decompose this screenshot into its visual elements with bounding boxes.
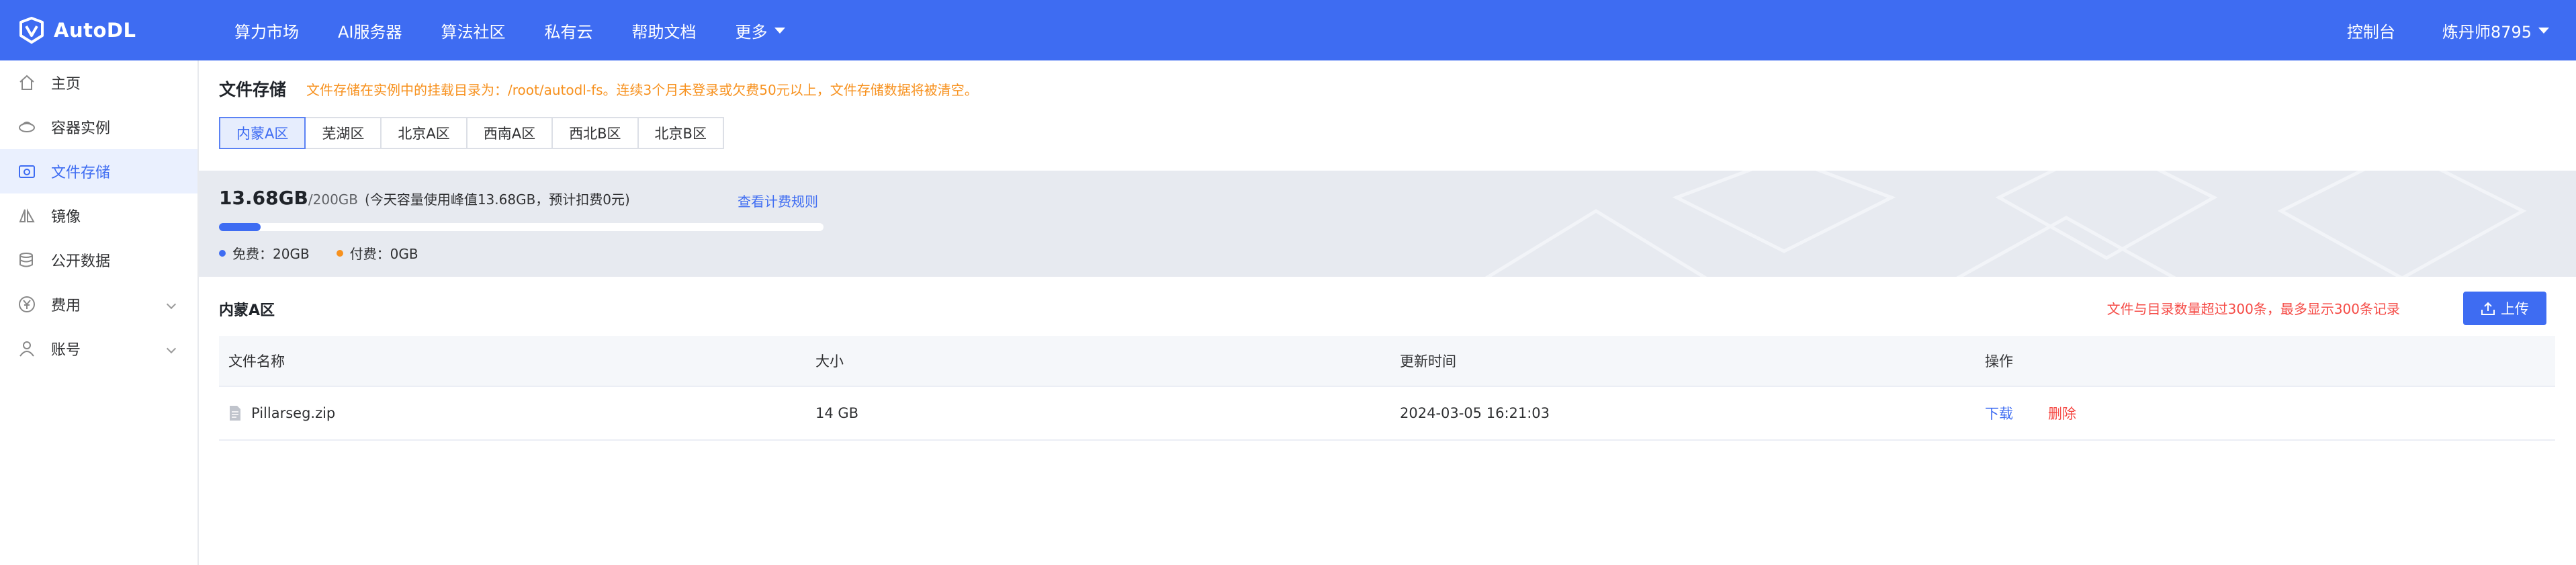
file-name[interactable]: Pillarseg.zip [251,405,335,421]
user-menu[interactable]: 炼丹师8795 [2442,19,2549,42]
page-title: 文件存储 [219,80,287,99]
sidebar-item-label: 文件存储 [51,165,111,181]
chevron-down-icon [774,27,785,34]
usage-note: (今天容量使用峰值13.68GB，预计扣费0元) [365,191,630,208]
upload-icon [2481,302,2495,315]
username: 炼丹师8795 [2442,22,2532,42]
tab-region-xibei-b[interactable]: 西北B区 [551,117,639,149]
main-nav: 算力市场 AI服务器 算法社区 私有云 帮助文档 更多 [234,19,824,42]
tab-region-neimeng-a[interactable]: 内蒙A区 [219,117,306,149]
upload-button[interactable]: 上传 [2463,292,2546,325]
nav-algorithm-community[interactable]: 算法社区 [441,19,506,42]
sidebar-item-label: 公开数据 [51,253,111,270]
blue-dot-icon [219,249,226,257]
nav-private-cloud[interactable]: 私有云 [545,19,593,42]
record-limit-warning: 文件与目录数量超过300条，最多显示300条记录 [2106,301,2400,317]
paid-label: 付费：0GB [349,246,418,262]
table-header: 文件名称 大小 更新时间 操作 [219,336,2555,387]
autodl-logo-icon [16,15,47,46]
container-icon [17,118,36,136]
usage-total: /200GB [308,191,359,208]
home-icon [17,73,36,92]
sidebar-item-billing[interactable]: 费用 [0,282,197,327]
free-label: 免费：20GB [232,246,310,262]
usage-summary: 13.68GB /200GB (今天容量使用峰值13.68GB，预计扣费0元) [219,187,630,209]
yen-icon [17,295,36,314]
top-right-group: 控制台 炼丹师8795 [2347,0,2549,60]
top-navbar: AutoDL 算力市场 AI服务器 算法社区 私有云 帮助文档 更多 控制台 炼… [0,0,2576,60]
nav-ai-servers[interactable]: AI服务器 [338,19,402,42]
sidebar-item-public-data[interactable]: 公开数据 [0,238,197,282]
tab-region-beijing-b[interactable]: 北京B区 [637,117,724,149]
image-icon [17,206,36,225]
chevron-down-icon [166,343,177,354]
usage-legend: 免费：20GB 付费：0GB [219,243,445,263]
title-row: 文件存储 文件存储在实例中的挂载目录为：/root/autodl-fs。连续3个… [219,77,978,101]
sidebar-item-label: 主页 [51,76,81,93]
logo[interactable]: AutoDL [16,15,218,46]
usage-progress-bar [219,223,824,231]
header-size: 大小 [815,353,844,370]
orange-dot-icon [336,249,343,257]
chevron-down-icon [2538,27,2549,34]
nav-more[interactable]: 更多 [736,19,785,42]
cell-size: 14 GB [815,405,859,421]
chevron-down-icon [166,299,177,310]
table-row: Pillarseg.zip 14 GB 2024-03-05 16:21:03 … [219,387,2555,441]
sidebar: 主页 容器实例 文件存储 镜像 公开数据 费用 账号 [0,60,199,565]
cell-actions: 下载 删除 [1975,403,2555,423]
nav-more-label: 更多 [735,22,768,42]
region-tabs: 内蒙A区 芜湖区 北京A区 西南A区 西北B区 北京B区 [219,117,724,149]
sidebar-item-home[interactable]: 主页 [0,60,197,105]
user-icon [17,339,36,358]
tab-region-beijing-a[interactable]: 北京A区 [380,117,468,149]
upload-label: 上传 [2501,301,2529,317]
header-actions: 操作 [1985,353,2013,370]
sidebar-item-label: 账号 [51,342,81,359]
sidebar-item-label: 镜像 [51,209,81,226]
file-icon [230,406,240,421]
sidebar-item-file-storage[interactable]: 文件存储 [0,149,197,193]
nav-compute-market[interactable]: 算力市场 [234,19,299,42]
delete-link[interactable]: 删除 [2048,403,2076,423]
cell-updated: 2024-03-05 16:21:03 [1400,405,1550,421]
tab-region-xinan-a[interactable]: 西南A区 [465,117,553,149]
header-file-name: 文件名称 [228,353,285,370]
billing-rules-link[interactable]: 查看计费规则 [738,191,818,210]
sidebar-item-containers[interactable]: 容器实例 [0,105,197,149]
main-content: 文件存储 文件存储在实例中的挂载目录为：/root/autodl-fs。连续3个… [199,60,2576,565]
sidebar-item-label: 容器实例 [51,120,111,137]
sidebar-item-account[interactable]: 账号 [0,327,197,371]
storage-icon [17,162,36,181]
usage-used: 13.68GB [219,187,308,209]
mount-notice: 文件存储在实例中的挂载目录为：/root/autodl-fs。连续3个月未登录或… [306,81,978,98]
legend-free: 免费：20GB [219,243,310,263]
usage-panel: 13.68GB /200GB (今天容量使用峰值13.68GB，预计扣费0元) … [199,171,2576,277]
logo-text: AutoDL [54,19,136,42]
background-pattern [1484,171,2527,277]
sidebar-item-label: 费用 [51,298,81,314]
section-title: 内蒙A区 [219,302,275,319]
header-updated: 更新时间 [1400,353,1456,370]
usage-progress-fill [219,223,261,231]
tab-region-wuhu[interactable]: 芜湖区 [304,117,382,149]
database-icon [17,251,36,269]
cell-file-name: Pillarseg.zip [219,405,806,421]
nav-help-docs[interactable]: 帮助文档 [632,19,697,42]
console-link[interactable]: 控制台 [2347,19,2395,42]
download-link[interactable]: 下载 [1985,403,2013,423]
sidebar-item-images[interactable]: 镜像 [0,193,197,238]
file-table: 文件名称 大小 更新时间 操作 Pillarseg.zip 14 GB 2024… [219,336,2555,441]
legend-paid: 付费：0GB [336,243,418,263]
